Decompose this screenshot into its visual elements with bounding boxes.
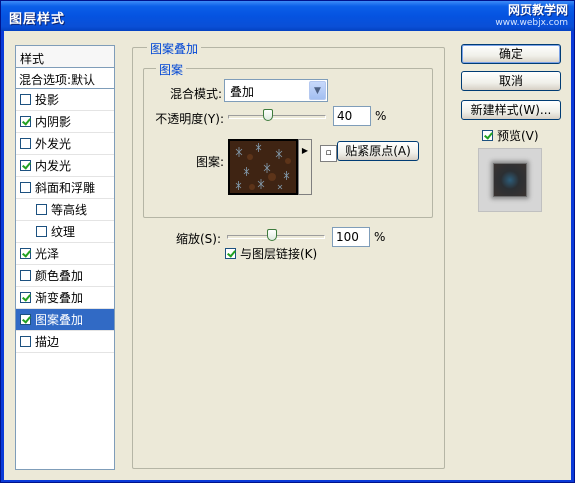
new-preset-icon[interactable]: ▫ [320, 145, 337, 162]
scale-unit: % [374, 230, 386, 244]
style-item[interactable]: 光泽 [16, 243, 114, 265]
style-item-label: 图案叠加 [35, 313, 84, 327]
style-checkbox[interactable] [20, 314, 31, 325]
dialog-title: 图层样式 [9, 12, 66, 27]
snap-to-origin-button[interactable]: 贴紧原点(A) [337, 141, 419, 161]
style-checkbox[interactable] [36, 204, 47, 215]
style-checkbox[interactable] [20, 270, 31, 281]
pattern-overlay-title: 图案叠加 [147, 40, 202, 57]
style-item[interactable]: 投影 [16, 89, 114, 111]
style-checkbox[interactable] [20, 160, 31, 171]
layer-style-dialog: 图层样式 网页教学网 www.webjx.com 样式 混合选项:默认 投影内阴… [0, 0, 575, 483]
style-preview [478, 148, 542, 212]
style-checkbox[interactable] [20, 182, 31, 193]
style-item-label: 外发光 [35, 137, 72, 151]
scale-input[interactable]: 100 [332, 227, 370, 247]
pattern-picker-arrow[interactable]: ▶ [298, 139, 312, 195]
scale-label: 缩放(S): [175, 232, 221, 246]
style-item[interactable]: 颜色叠加 [16, 265, 114, 287]
style-item-label: 颜色叠加 [35, 269, 84, 283]
pattern-subgroup-title: 图案 [156, 61, 187, 78]
ok-button[interactable]: 确定 [461, 44, 561, 64]
style-item-label: 纹理 [51, 225, 76, 239]
opacity-label: 不透明度(Y): [155, 112, 224, 126]
dialog-body: 样式 混合选项:默认 投影内阴影外发光内发光斜面和浮雕等高线纹理光泽颜色叠加渐变… [4, 31, 571, 480]
new-style-button[interactable]: 新建样式(W)... [461, 100, 561, 120]
blend-mode-label: 混合模式: [169, 87, 222, 101]
style-item[interactable]: 外发光 [16, 133, 114, 155]
style-checkbox[interactable] [36, 226, 47, 237]
style-checkbox[interactable] [20, 336, 31, 347]
style-item[interactable]: 图案叠加 [16, 309, 114, 331]
blend-options-item[interactable]: 混合选项:默认 [16, 68, 114, 89]
preview-checkbox[interactable] [482, 130, 493, 141]
pattern-swatch[interactable] [228, 139, 298, 195]
style-item-label: 渐变叠加 [35, 291, 84, 305]
styles-header[interactable]: 样式 [16, 46, 114, 68]
opacity-slider-track[interactable] [228, 115, 326, 119]
pattern-label: 图案: [195, 155, 224, 169]
style-item-label: 斜面和浮雕 [35, 181, 96, 195]
chevron-down-icon[interactable]: ▼ [309, 81, 326, 100]
cancel-button[interactable]: 取消 [461, 71, 561, 91]
style-item-label: 内发光 [35, 159, 72, 173]
preview-toggle[interactable]: 预览(V) [482, 127, 539, 144]
style-item-label: 描边 [35, 335, 60, 349]
link-with-layer-row[interactable]: 与图层链接(K) [225, 245, 317, 262]
pattern-overlay-group: 图案叠加 图案 混合模式: 叠加 ▼ 不透明度(Y): 40 % 图案: ▶ ▫… [132, 40, 445, 469]
style-item[interactable]: 描边 [16, 331, 114, 353]
preview-label: 预览(V) [497, 129, 539, 143]
style-checkbox[interactable] [20, 116, 31, 127]
style-item-label: 等高线 [51, 203, 88, 217]
style-checkbox[interactable] [20, 292, 31, 303]
style-item[interactable]: 内发光 [16, 155, 114, 177]
blend-mode-select[interactable]: 叠加 ▼ [224, 79, 328, 102]
opacity-slider-thumb[interactable] [263, 109, 274, 121]
watermark-title: 网页教学网 [507, 3, 568, 17]
style-item[interactable]: 等高线 [16, 199, 114, 221]
title-bar[interactable]: 图层样式 网页教学网 www.webjx.com [1, 1, 574, 31]
style-item-label: 光泽 [35, 247, 60, 261]
opacity-unit: % [375, 109, 387, 123]
watermark: 网页教学网 www.webjx.com [480, 4, 568, 30]
style-item-label: 投影 [35, 93, 60, 107]
opacity-input[interactable]: 40 [333, 106, 371, 126]
watermark-url: www.webjx.com [495, 18, 568, 28]
pattern-subgroup: 图案 混合模式: 叠加 ▼ 不透明度(Y): 40 % 图案: ▶ ▫ 贴紧原点… [143, 61, 433, 218]
style-checkbox[interactable] [20, 248, 31, 259]
style-item[interactable]: 斜面和浮雕 [16, 177, 114, 199]
style-checkbox[interactable] [20, 138, 31, 149]
blend-mode-value: 叠加 [230, 85, 255, 99]
preview-thumbnail [493, 163, 527, 197]
scale-slider-thumb[interactable] [267, 229, 277, 241]
style-item-label: 内阴影 [35, 115, 72, 129]
style-item[interactable]: 纹理 [16, 221, 114, 243]
link-with-layer-checkbox[interactable] [225, 248, 236, 259]
link-with-layer-label: 与图层链接(K) [240, 247, 318, 261]
pattern-texture [230, 141, 296, 193]
style-item[interactable]: 渐变叠加 [16, 287, 114, 309]
styles-list: 样式 混合选项:默认 投影内阴影外发光内发光斜面和浮雕等高线纹理光泽颜色叠加渐变… [15, 45, 115, 470]
style-checkbox[interactable] [20, 94, 31, 105]
style-item[interactable]: 内阴影 [16, 111, 114, 133]
